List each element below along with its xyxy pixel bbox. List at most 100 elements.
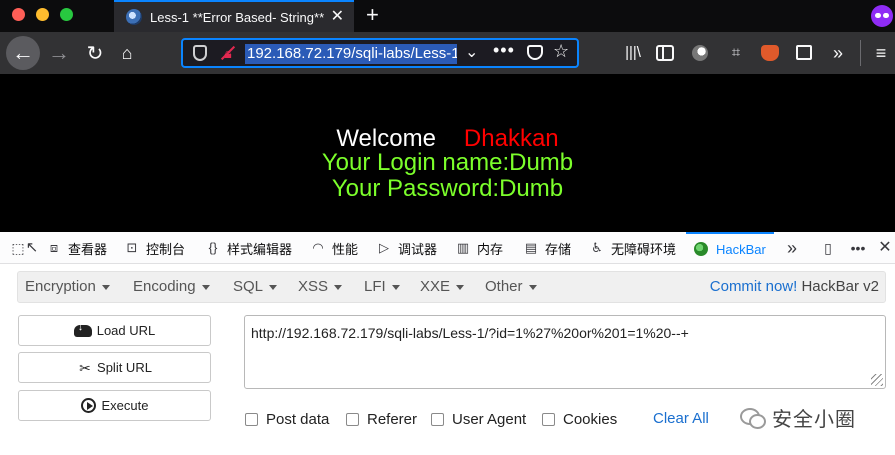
- url-text[interactable]: 192.168.72.179/sqli-labs/Less-1: [245, 44, 457, 64]
- more-tabs-icon[interactable]: »: [784, 239, 800, 257]
- checkbox-label: Post data: [266, 410, 330, 428]
- forward-button[interactable]: →: [44, 36, 74, 70]
- cursor-icon[interactable]: ↖: [24, 240, 40, 256]
- watermark: 安全小圈: [740, 403, 856, 431]
- tab-label: HackBar: [716, 241, 766, 257]
- minimize-window-button[interactable]: [36, 8, 49, 21]
- menu-lfi[interactable]: LFI: [364, 272, 400, 302]
- extension-box-icon[interactable]: [796, 45, 812, 60]
- button-label: Execute: [101, 398, 149, 413]
- back-button[interactable]: ←: [6, 36, 40, 70]
- hackbar-menu: Encryption Encoding SQL XSS LFI XXE Othe…: [17, 271, 886, 303]
- tab-storage[interactable]: ▤ 存储: [523, 232, 571, 264]
- menu-xxe[interactable]: XXE: [420, 272, 465, 302]
- menu-sql[interactable]: SQL: [233, 272, 278, 302]
- play-circle-icon: [80, 398, 96, 413]
- menu-label: Encryption: [25, 278, 96, 295]
- load-url-button[interactable]: Load URL: [18, 315, 211, 346]
- memory-icon: ▥: [456, 240, 470, 255]
- tab-label: 性能: [332, 241, 359, 257]
- menu-label: Encoding: [133, 278, 196, 295]
- login-name-text: Your Login name:Dumb: [321, 149, 574, 176]
- welcome-name: Dhakkan: [463, 125, 559, 152]
- tab-label: 样式编辑器: [227, 241, 293, 257]
- clear-all-link[interactable]: Clear All: [653, 410, 709, 428]
- sidebar-icon[interactable]: [656, 45, 674, 61]
- split-url-button[interactable]: ✂ Split URL: [18, 352, 211, 383]
- overflow-chevron-icon[interactable]: »: [829, 42, 847, 64]
- resize-grip-icon[interactable]: [871, 374, 883, 386]
- new-tab-button[interactable]: +: [366, 2, 379, 28]
- button-label: Split URL: [97, 360, 152, 375]
- checkbox-box[interactable]: [431, 412, 444, 426]
- close-tab-icon[interactable]: ✕: [331, 8, 344, 26]
- hamburger-menu-icon[interactable]: ≡: [872, 42, 890, 64]
- hackbar-icon: [694, 242, 708, 256]
- tracking-protection-shield-icon[interactable]: [193, 45, 207, 61]
- tab-style-editor[interactable]: {} 样式编辑器: [205, 232, 292, 264]
- tab-label: 查看器: [68, 241, 108, 257]
- tab-inspector[interactable]: ⧈ 查看器: [46, 232, 107, 264]
- browser-tab[interactable]: Less-1 **Error Based- String** ✕: [114, 0, 354, 32]
- cloud-download-icon: [73, 321, 92, 337]
- caret-down-icon: [528, 284, 537, 290]
- options-dots-icon[interactable]: •••: [850, 240, 866, 256]
- tab-memory[interactable]: ▥ 内存: [455, 232, 503, 264]
- password-text: Your Password:Dumb: [331, 175, 564, 202]
- menu-label: Other: [485, 278, 523, 295]
- caret-down-icon: [269, 284, 278, 290]
- tab-console[interactable]: ⊡ 控制台: [124, 232, 185, 264]
- menu-label: LFI: [364, 278, 386, 295]
- accessibility-icon: ♿︎: [591, 240, 603, 255]
- reload-button[interactable]: ↻: [80, 36, 110, 70]
- checkbox-label: Cookies: [563, 410, 618, 428]
- navigation-toolbar: ← → ↻ ⌂ 🔒︎ 192.168.72.179/sqli-labs/Less…: [0, 32, 895, 74]
- dock-icon[interactable]: ▯: [820, 240, 836, 256]
- watermark-text: 安全小圈: [772, 408, 856, 431]
- execute-button[interactable]: Execute: [18, 390, 211, 421]
- tab-performance[interactable]: ◠ 性能: [310, 232, 358, 264]
- hackbar-url-input[interactable]: http://192.168.72.179/sqli-labs/Less-1/?…: [244, 315, 886, 389]
- storage-icon: ▤: [524, 240, 538, 255]
- page-actions-icon[interactable]: •••: [493, 40, 515, 61]
- checkbox-box[interactable]: [542, 412, 555, 426]
- button-label: Load URL: [96, 323, 156, 338]
- menu-label: SQL: [233, 278, 264, 295]
- post-data-checkbox[interactable]: Post data: [245, 410, 329, 428]
- performance-icon: ◠: [312, 240, 324, 255]
- extension-ghost-icon[interactable]: [692, 45, 708, 61]
- extension-fox-icon[interactable]: [761, 45, 779, 61]
- library-icon[interactable]: |||\: [624, 42, 642, 64]
- tab-label: 调试器: [398, 241, 438, 257]
- chevron-down-icon[interactable]: ⌄: [465, 42, 478, 62]
- bookmark-star-icon[interactable]: ☆: [553, 41, 569, 62]
- close-devtools-icon[interactable]: ✕: [877, 240, 893, 256]
- pocket-icon[interactable]: [527, 45, 543, 60]
- referer-checkbox[interactable]: Referer: [346, 410, 417, 428]
- home-button[interactable]: ⌂: [112, 36, 142, 70]
- close-window-button[interactable]: [12, 8, 25, 21]
- caret-down-icon: [101, 284, 110, 290]
- caret-down-icon: [201, 284, 210, 290]
- checkbox-label: User Agent: [452, 410, 527, 428]
- zoom-window-button[interactable]: [60, 8, 73, 21]
- console-icon: ⊡: [126, 240, 138, 255]
- tab-hackbar[interactable]: HackBar: [686, 232, 774, 264]
- cookies-checkbox[interactable]: Cookies: [542, 410, 617, 428]
- menu-xss[interactable]: XSS: [298, 272, 343, 302]
- menu-label: XXE: [420, 278, 451, 295]
- checkbox-box[interactable]: [245, 412, 258, 426]
- caret-down-icon: [391, 284, 400, 290]
- menu-encryption[interactable]: Encryption: [25, 272, 110, 302]
- commit-now-link[interactable]: Commit now!: [710, 278, 798, 295]
- tab-debugger[interactable]: ▷ 调试器: [376, 232, 437, 264]
- tab-accessibility[interactable]: ♿︎ 无障碍环境: [589, 232, 676, 264]
- user-agent-checkbox[interactable]: User Agent: [431, 410, 526, 428]
- insecure-lock-icon[interactable]: 🔒︎: [221, 45, 235, 61]
- menu-other[interactable]: Other: [485, 272, 537, 302]
- devtools-toolbar: ⬚ ↖ ⧈ 查看器 ⊡ 控制台 {} 样式编辑器 ◠ 性能 ▷ 调试器 ▥ 内存 ▤ 存储 ♿…: [0, 232, 895, 264]
- url-bar[interactable]: 🔒︎ 192.168.72.179/sqli-labs/Less-1 ⌄ •••…: [181, 38, 579, 68]
- crop-icon[interactable]: ⌗: [727, 42, 745, 64]
- checkbox-box[interactable]: [346, 412, 359, 426]
- menu-encoding[interactable]: Encoding: [133, 272, 210, 302]
